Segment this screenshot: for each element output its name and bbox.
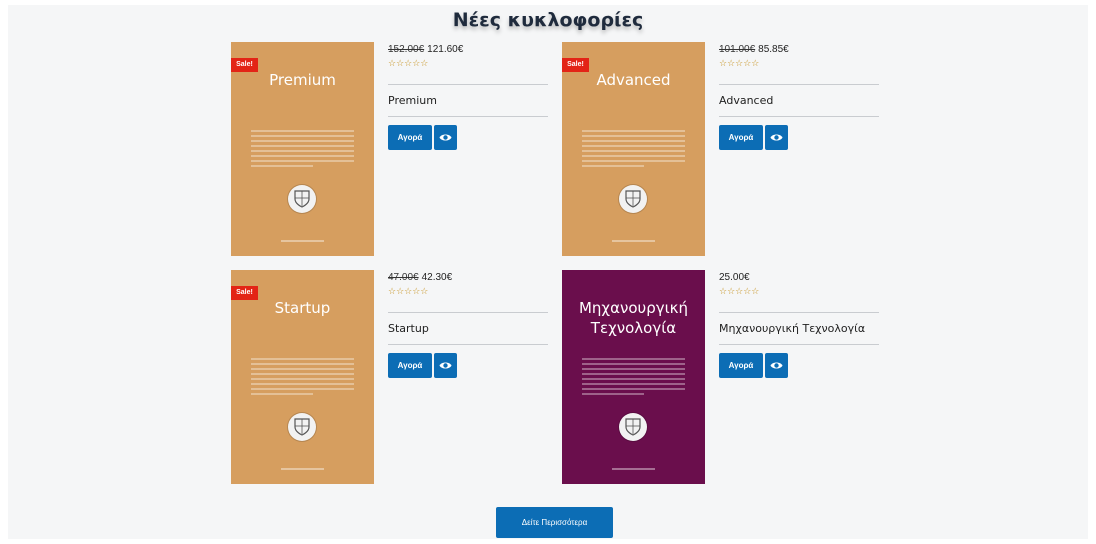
cover-text-block xyxy=(582,358,685,398)
cover-footer-text xyxy=(281,468,324,470)
crest-logo-icon xyxy=(288,185,316,213)
rating-stars: ☆☆☆☆☆ xyxy=(388,286,429,296)
divider xyxy=(388,116,548,117)
divider xyxy=(719,344,879,345)
product-info: 101.00€ 85.85€ ☆☆☆☆☆ Advanced Αγορά xyxy=(719,42,879,150)
product-info: 152.00€ 121.60€ ☆☆☆☆☆ Premium Αγορά xyxy=(388,42,548,150)
current-price: 25.00€ xyxy=(719,272,750,283)
see-more-button[interactable]: Δείτε Περισσότερα xyxy=(496,507,613,538)
quick-view-button[interactable] xyxy=(765,353,788,378)
cover-text-block xyxy=(582,130,685,170)
buy-button[interactable]: Αγορά xyxy=(388,353,432,378)
product-cover[interactable]: Μηχανουργική Τεχνολογία xyxy=(562,270,705,484)
crest-logo-icon xyxy=(619,185,647,213)
crest-logo-icon xyxy=(288,413,316,441)
product-price: 47.00€ 42.30€ xyxy=(388,272,548,285)
old-price: 152.00€ xyxy=(388,44,425,55)
cover-footer-text xyxy=(612,240,655,242)
product-cover[interactable]: Sale! Startup xyxy=(231,270,374,484)
buy-button[interactable]: Αγορά xyxy=(719,353,763,378)
section-title: Νέες κυκλοφορίες xyxy=(452,9,644,31)
eye-icon xyxy=(439,362,452,369)
new-releases-section: Νέες κυκλοφορίες Sale! Premium 152.00€ 12… xyxy=(8,5,1088,539)
product-card-startup: Sale! Startup 47.00€ 42.30€ ☆☆☆☆☆ Startup… xyxy=(231,270,551,484)
cover-text-block xyxy=(251,130,354,170)
buy-button[interactable]: Αγορά xyxy=(719,125,763,150)
sale-badge: Sale! xyxy=(231,58,258,72)
sale-badge: Sale! xyxy=(231,286,258,300)
sale-badge: Sale! xyxy=(562,58,589,72)
quick-view-button[interactable] xyxy=(434,353,457,378)
quick-view-button[interactable] xyxy=(434,125,457,150)
rating-stars: ☆☆☆☆☆ xyxy=(388,58,429,68)
product-price: 25.00€ xyxy=(719,272,879,285)
product-cover[interactable]: Sale! Premium xyxy=(231,42,374,256)
product-info: 25.00€ ☆☆☆☆☆ Μηχανουργική Τεχνολογία Αγο… xyxy=(719,270,879,378)
quick-view-button[interactable] xyxy=(765,125,788,150)
product-name[interactable]: Premium xyxy=(388,85,548,116)
divider xyxy=(388,344,548,345)
product-card-mechanical-technology: Μηχανουργική Τεχνολογία 25.00€ ☆☆☆☆☆ Μηχ… xyxy=(562,270,882,484)
old-price: 47.00€ xyxy=(388,272,419,283)
cover-text-block xyxy=(251,358,354,398)
cover-title: Advanced xyxy=(596,71,671,89)
old-price: 101.00€ xyxy=(719,44,756,55)
product-name[interactable]: Startup xyxy=(388,313,548,344)
product-card-advanced: Sale! Advanced 101.00€ 85.85€ ☆☆☆☆☆ Advan… xyxy=(562,42,882,256)
product-name[interactable]: Advanced xyxy=(719,85,879,116)
cover-footer-text xyxy=(612,468,655,470)
product-price: 152.00€ 121.60€ xyxy=(388,44,548,57)
cover-title: Premium xyxy=(269,71,336,89)
crest-logo-icon xyxy=(619,413,647,441)
product-cover[interactable]: Sale! Advanced xyxy=(562,42,705,256)
cover-title-line: Τεχνολογία xyxy=(590,319,677,337)
eye-icon xyxy=(439,134,452,141)
cover-title: Startup xyxy=(274,299,331,317)
product-card-premium: Sale! Premium 152.00€ 121.60€ ☆☆☆☆☆ Premi… xyxy=(231,42,551,256)
eye-icon xyxy=(770,134,783,141)
product-name[interactable]: Μηχανουργική Τεχνολογία xyxy=(719,313,879,344)
current-price: 85.85€ xyxy=(758,44,789,55)
divider xyxy=(719,116,879,117)
cover-footer-text xyxy=(281,240,324,242)
eye-icon xyxy=(770,362,783,369)
cover-title: Μηχανουργική Τεχνολογία xyxy=(562,298,705,338)
current-price: 121.60€ xyxy=(427,44,464,55)
rating-stars: ☆☆☆☆☆ xyxy=(719,286,760,296)
rating-stars: ☆☆☆☆☆ xyxy=(719,58,760,68)
buy-button[interactable]: Αγορά xyxy=(388,125,432,150)
product-price: 101.00€ 85.85€ xyxy=(719,44,879,57)
current-price: 42.30€ xyxy=(421,272,453,283)
cover-title-line: Μηχανουργική xyxy=(578,299,689,317)
product-info: 47.00€ 42.30€ ☆☆☆☆☆ Startup Αγορά xyxy=(388,270,548,378)
